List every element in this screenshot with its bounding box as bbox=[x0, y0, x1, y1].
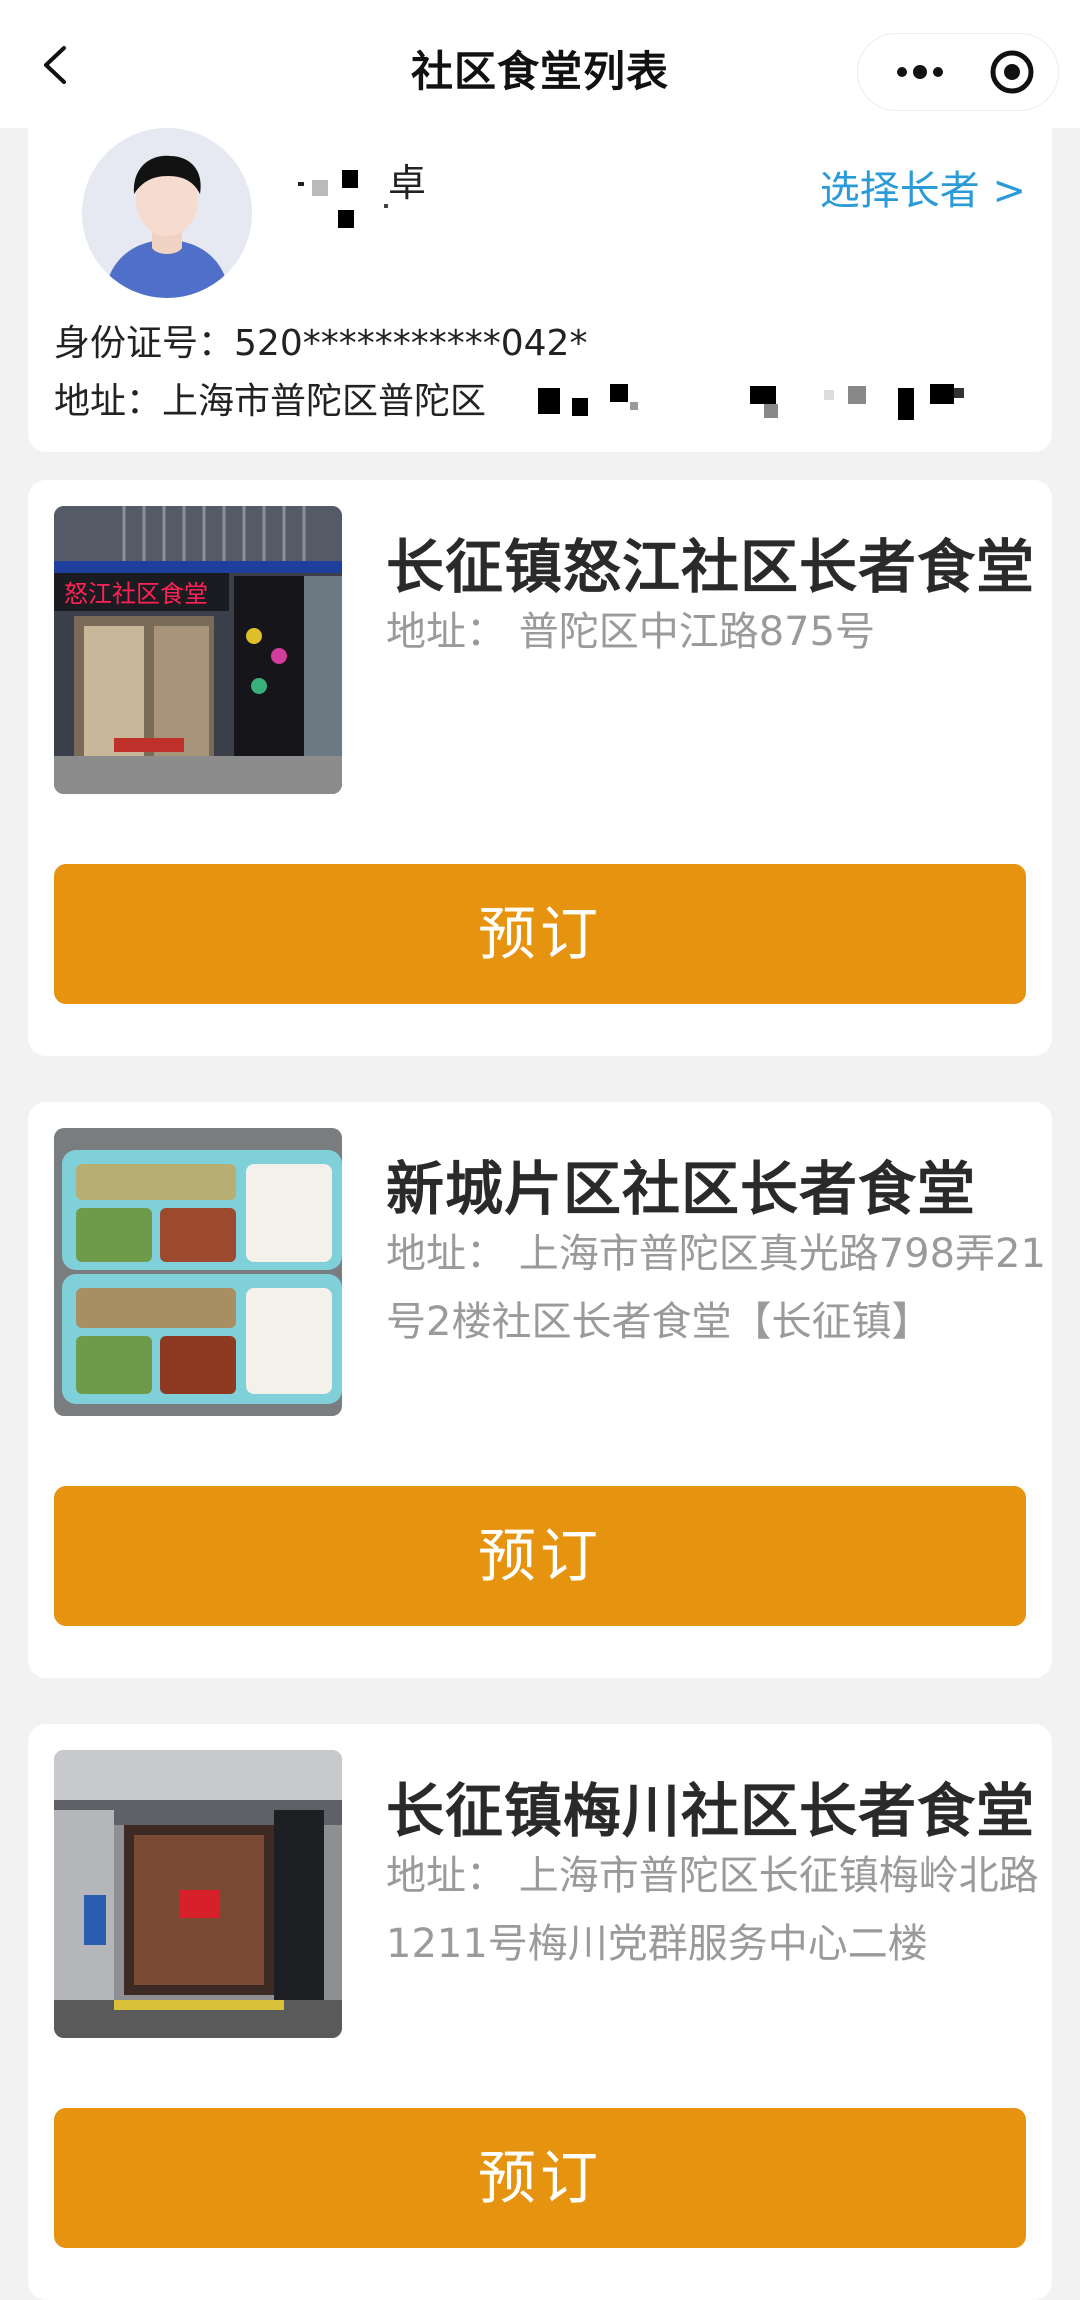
storefront-image: 怒江社区食堂 bbox=[54, 506, 342, 794]
canteen-card: 怒江社区食堂 长征镇怒江社区长者食堂 地址： 普陀区中江路875号 预订 bbox=[28, 480, 1052, 1056]
canteen-card: 新城片区社区长者食堂 地址： 上海市普陀区真光路798弄21号2楼社区长者食堂【… bbox=[28, 1102, 1052, 1678]
nav-bar: 社区食堂列表 bbox=[0, 0, 1080, 128]
canteen-address: 地址： 普陀区中江路875号 bbox=[386, 609, 876, 655]
address-row: 地址：上海市普陀区普陀区 bbox=[54, 372, 486, 424]
more-dots-icon[interactable] bbox=[878, 34, 962, 110]
address-value: 上海市普陀区普陀区 bbox=[162, 381, 487, 422]
id-value: 520***********042* bbox=[234, 323, 588, 364]
book-button[interactable]: 预订 bbox=[54, 1486, 1026, 1626]
building-entrance-image bbox=[54, 1750, 342, 2038]
target-icon[interactable] bbox=[978, 34, 1058, 110]
avatar bbox=[82, 128, 252, 298]
canteen-photo bbox=[54, 1128, 342, 1416]
mini-program-capsule bbox=[858, 34, 1058, 110]
store-sign-text: 怒江社区食堂 bbox=[64, 580, 208, 608]
canteen-photo: 怒江社区食堂 bbox=[54, 506, 342, 794]
elder-name: 卓 bbox=[388, 161, 427, 205]
id-number-row: 身份证号：520***********042* bbox=[54, 314, 587, 366]
address-redaction bbox=[538, 384, 964, 420]
book-button[interactable]: 预订 bbox=[54, 864, 1026, 1004]
canteen-name: 长征镇怒江社区长者食堂 bbox=[386, 533, 1036, 601]
address-label: 地址： bbox=[54, 381, 163, 422]
canteen-photo bbox=[54, 1750, 342, 2038]
default-user-avatar-icon bbox=[82, 128, 252, 298]
elder-profile-card: 卓 选择长者 > 身份证号：520***********042* 地址：上海市普… bbox=[28, 100, 1052, 452]
meal-tray-image bbox=[54, 1128, 342, 1416]
id-label: 身份证号： bbox=[54, 323, 235, 364]
book-button[interactable]: 预订 bbox=[54, 2108, 1026, 2248]
canteen-name: 长征镇梅川社区长者食堂 bbox=[386, 1777, 1036, 1845]
canteen-address: 地址： 上海市普陀区真光路798弄21号2楼社区长者食堂【长征镇】 bbox=[386, 1231, 1046, 1345]
canteen-card: 长征镇梅川社区长者食堂 地址： 上海市普陀区长征镇梅岭北路1211号梅川党群服务… bbox=[28, 1724, 1052, 2300]
canteen-address: 地址： 上海市普陀区长征镇梅岭北路1211号梅川党群服务中心二楼 bbox=[386, 1853, 1039, 1967]
canteen-name: 新城片区社区长者食堂 bbox=[386, 1155, 977, 1223]
select-elder-link[interactable]: 选择长者 > bbox=[820, 158, 1026, 216]
